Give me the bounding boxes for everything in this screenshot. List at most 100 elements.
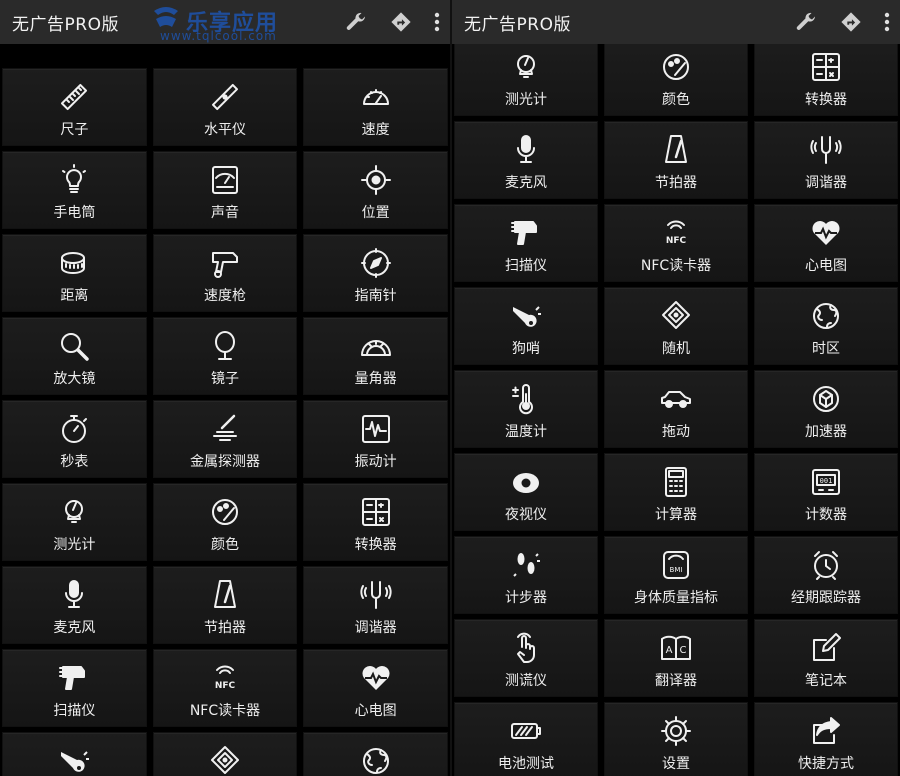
calculator-icon: [659, 465, 693, 499]
heart-rate-icon: [809, 216, 843, 250]
tool-tile-gear[interactable]: 设置: [604, 702, 748, 776]
tool-tile-counter[interactable]: 001 计数器: [754, 453, 898, 531]
navigation-icon[interactable]: [390, 11, 412, 33]
tool-tile-metal-detector[interactable]: 金属探测器: [152, 400, 298, 478]
tool-tile-notepad[interactable]: 笔记本: [754, 619, 898, 697]
magnifier-icon: [57, 329, 91, 363]
tool-label: 速度: [361, 122, 390, 138]
tool-label: 测光计: [53, 537, 96, 553]
tool-tile-microphone[interactable]: 麦克风: [454, 121, 598, 199]
footsteps-icon: [509, 548, 543, 582]
tool-label: 拖动: [662, 424, 690, 440]
sound-meter-icon: [208, 163, 242, 197]
tool-tile-tuning-fork[interactable]: 调谐器: [754, 121, 898, 199]
tool-tile-converter[interactable]: 转换器: [754, 38, 898, 116]
bmi-scale-icon: BMI: [659, 548, 693, 582]
tool-label: 转换器: [805, 92, 847, 108]
left-screen: 无广告PRO版 乐享应用 www.tqlcool.com 尺子 水平仪 速度手电筒 声…: [0, 0, 450, 776]
tool-tile-accelerometer[interactable]: 加速器: [754, 370, 898, 448]
tool-tile-alarm-clock[interactable]: 经期跟踪器: [754, 536, 898, 614]
tool-tile-level[interactable]: 水平仪: [152, 68, 298, 146]
tool-tile-lightbulb[interactable]: 手电筒: [2, 151, 147, 229]
tool-tile-bmi-scale[interactable]: BMI 身体质量指标: [604, 536, 748, 614]
tool-tile-light-meter[interactable]: 测光计: [2, 483, 147, 561]
thermometer-icon: [509, 382, 543, 416]
tool-tile-tuning-fork[interactable]: 调谐器: [303, 566, 448, 644]
tool-tile-sound-meter[interactable]: 声音: [152, 151, 298, 229]
tool-label: 节拍器: [203, 620, 246, 636]
tool-tile-speed-gun[interactable]: 速度枪: [152, 234, 298, 312]
tool-label: 麦克风: [505, 175, 547, 191]
wrench-icon[interactable]: [794, 10, 818, 34]
light-meter-icon: [57, 495, 91, 529]
tool-tile-dog-whistle[interactable]: 狗哨: [454, 287, 598, 365]
tool-tile-heart-rate[interactable]: 心电图: [303, 649, 448, 727]
wrench-icon[interactable]: [344, 10, 368, 34]
tool-tile-car[interactable]: 拖动: [604, 370, 748, 448]
watermark-url: www.tqlcool.com: [160, 29, 277, 43]
tool-tile-battery[interactable]: 电池测试: [454, 702, 598, 776]
tool-label: 扫描仪: [53, 703, 96, 719]
tool-label: 量角器: [354, 371, 397, 387]
tuning-fork-icon: [809, 133, 843, 167]
more-menu-icon[interactable]: [884, 12, 890, 32]
tool-tile-finger-touch[interactable]: 测谎仪: [454, 619, 598, 697]
tool-tile-footsteps[interactable]: 计步器: [454, 536, 598, 614]
tool-tile-light-meter[interactable]: 测光计: [454, 38, 598, 116]
tool-tile-dice[interactable]: [152, 732, 298, 776]
tool-label: 指南针: [354, 288, 397, 304]
tool-tile-protractor[interactable]: 量角器: [303, 317, 448, 395]
tool-tile-location[interactable]: 位置: [303, 151, 448, 229]
tool-tile-microphone[interactable]: 麦克风: [2, 566, 147, 644]
tool-tile-speedometer[interactable]: 速度: [303, 68, 448, 146]
level-icon: [208, 80, 242, 114]
tool-tile-stopwatch[interactable]: 秒表: [2, 400, 147, 478]
converter-icon: [359, 495, 393, 529]
svg-text:A: A: [666, 645, 673, 656]
tool-tile-magnifier[interactable]: 放大镜: [2, 317, 147, 395]
tool-tile-globe[interactable]: 时区: [754, 287, 898, 365]
counter-icon: 001: [809, 465, 843, 499]
tool-tile-compass[interactable]: 指南针: [303, 234, 448, 312]
tool-label: 夜视仪: [505, 507, 547, 523]
dog-whistle-icon: [509, 299, 543, 333]
tool-label: 时区: [812, 341, 840, 357]
tool-tile-nfc[interactable]: NFC NFC读卡器: [152, 649, 298, 727]
tool-tile-metronome[interactable]: 节拍器: [152, 566, 298, 644]
tool-tile-heart-rate[interactable]: 心电图: [754, 204, 898, 282]
tool-tile-vibration[interactable]: 振动计: [303, 400, 448, 478]
tool-tile-color-picker[interactable]: 颜色: [152, 483, 298, 561]
navigation-icon[interactable]: [840, 11, 862, 33]
tool-tile-converter[interactable]: 转换器: [303, 483, 448, 561]
app-title: 无广告PRO版: [464, 14, 571, 35]
tool-tile-translator[interactable]: A C 翻译器: [604, 619, 748, 697]
tool-tile-dog-whistle[interactable]: [2, 732, 147, 776]
battery-icon: [509, 714, 543, 748]
tool-tile-nfc[interactable]: NFC NFC读卡器: [604, 204, 748, 282]
tool-label: 快捷方式: [798, 756, 854, 772]
tool-tile-night-vision[interactable]: 夜视仪: [454, 453, 598, 531]
alarm-clock-icon: [809, 548, 843, 582]
tool-tile-scanner[interactable]: 扫描仪: [454, 204, 598, 282]
finger-touch-icon: [509, 631, 543, 665]
tool-tile-tape-measure[interactable]: 距离: [2, 234, 147, 312]
dice-icon: [208, 744, 242, 776]
more-menu-icon[interactable]: [434, 12, 440, 32]
svg-text:001: 001: [820, 477, 833, 485]
tool-tile-mirror[interactable]: 镜子: [152, 317, 298, 395]
tool-label: 颜色: [662, 92, 690, 108]
tool-tile-scanner[interactable]: 扫描仪: [2, 649, 147, 727]
lightbulb-icon: [57, 163, 91, 197]
tool-tile-dice[interactable]: 随机: [604, 287, 748, 365]
tool-label: 尺子: [60, 122, 89, 138]
tool-label: 扫描仪: [505, 258, 547, 274]
tool-tile-calculator[interactable]: 计算器: [604, 453, 748, 531]
tool-tile-color-picker[interactable]: 颜色: [604, 38, 748, 116]
tool-tile-share[interactable]: 快捷方式: [754, 702, 898, 776]
svg-text:C: C: [680, 645, 687, 656]
tool-tile-metronome[interactable]: 节拍器: [604, 121, 748, 199]
tool-tile-ruler[interactable]: 尺子: [2, 68, 147, 146]
tool-tile-globe[interactable]: [303, 732, 448, 776]
app-bar: 无广告PRO版 乐享应用 www.tqlcool.com: [0, 0, 450, 44]
tool-tile-thermometer[interactable]: 温度计: [454, 370, 598, 448]
